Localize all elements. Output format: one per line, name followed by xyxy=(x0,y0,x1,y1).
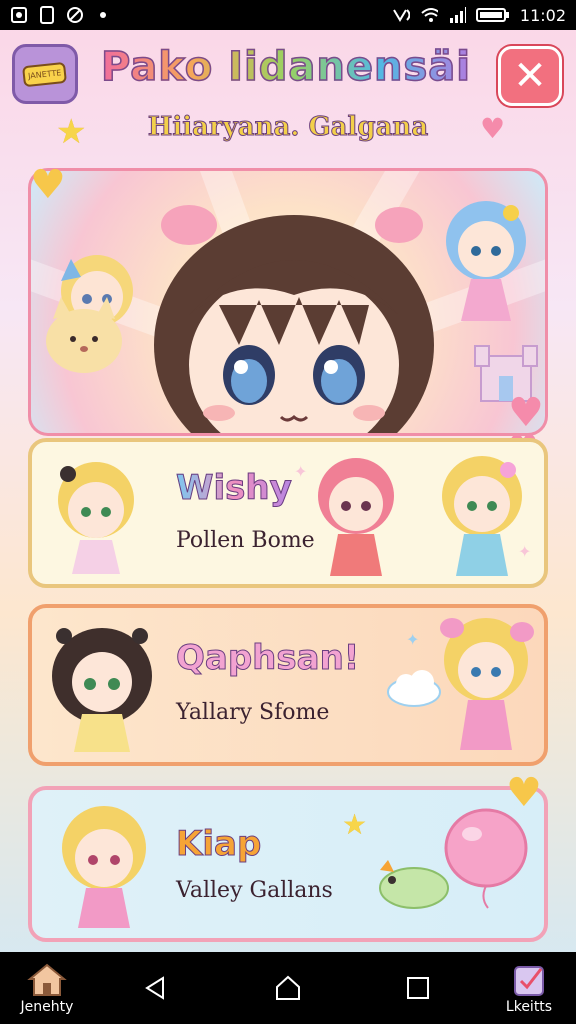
main-character-portrait xyxy=(154,205,434,433)
star-icon: ★ xyxy=(342,808,368,841)
notification-icon xyxy=(10,6,28,24)
header: JANETTE Pako Iidanensäi ✕ Hiiaryana. Gal… xyxy=(0,30,576,160)
chibi-girl-blue-hair-icon xyxy=(446,201,526,321)
sparkle-icon: ✦ xyxy=(294,462,308,481)
heart-icon: ♥ xyxy=(506,770,542,816)
phone-icon xyxy=(38,6,56,24)
chibi-girl-pink-hair-avatar xyxy=(318,458,394,576)
star-icon: ★ xyxy=(56,112,87,152)
character-description: Yallary Sfome xyxy=(176,700,330,725)
profile-nav-label: Lkeitts xyxy=(505,999,553,1015)
signal-icon xyxy=(448,6,466,24)
sync-icon xyxy=(66,6,84,24)
home-icon xyxy=(27,963,67,996)
hero-banner[interactable] xyxy=(28,168,548,436)
character-card-qaphsan[interactable]: Qaphsan! Yallary Sfome ✦ xyxy=(28,604,548,766)
mute-icon xyxy=(392,6,410,24)
character-card-kiap[interactable]: Kiap Valley Gallans ★ xyxy=(28,786,548,942)
home-nav-label: Jenehty xyxy=(20,999,74,1015)
dot-icon xyxy=(94,6,112,24)
back-icon xyxy=(145,976,164,1000)
chibi-girl-blonde-pink-bow-avatar xyxy=(440,618,534,750)
character-description: Pollen Bome xyxy=(176,528,315,553)
chibi-girl-blonde-pink-avatar xyxy=(62,806,146,928)
menu-button[interactable]: JANETTE xyxy=(12,44,78,104)
house-outline-icon xyxy=(276,975,300,1000)
close-button[interactable]: ✕ xyxy=(498,46,562,106)
sparkle-icon: ✦ xyxy=(406,630,420,649)
game-title: Pako Iidanensäi xyxy=(96,43,476,91)
heart-icon: ♥ xyxy=(30,162,66,208)
wifi-icon xyxy=(420,6,438,24)
home-system-button[interactable] xyxy=(268,952,308,1024)
profile-nav-button[interactable]: Lkeitts xyxy=(496,952,562,1024)
recents-button[interactable] xyxy=(398,952,438,1024)
chibi-girl-dark-hair-avatar xyxy=(52,628,152,752)
logo-tag: JANETTE xyxy=(22,61,68,87)
character-name: Kiap xyxy=(175,824,262,865)
clipboard-icon xyxy=(514,966,544,996)
chibi-girl-blonde-blue-dress-avatar xyxy=(442,456,522,576)
character-card-wishy[interactable]: Wishy Pollen Bome ✦ ✦ xyxy=(28,438,548,588)
heart-icon: ♥ xyxy=(480,112,506,145)
game-subtitle: Hiiaryana. Galgana xyxy=(147,112,429,143)
status-time: 11:02 xyxy=(519,5,566,25)
chibi-girl-blonde-avatar xyxy=(58,462,134,574)
pink-balloon-icon xyxy=(444,808,528,909)
square-icon xyxy=(407,977,429,999)
fluffy-pet-icon xyxy=(46,297,122,373)
status-bar: 11:02 xyxy=(0,0,576,30)
character-name: Qaphsan! xyxy=(175,638,360,679)
character-name: Wishy xyxy=(176,468,293,509)
character-description: Valley Gallans xyxy=(176,878,333,903)
navigation-bar: Jenehty Lkeitts xyxy=(0,952,576,1024)
home-nav-button[interactable]: Jenehty xyxy=(12,952,82,1024)
back-button[interactable] xyxy=(136,952,176,1024)
sparkle-icon: ✦ xyxy=(518,542,532,561)
battery-icon xyxy=(475,6,510,24)
